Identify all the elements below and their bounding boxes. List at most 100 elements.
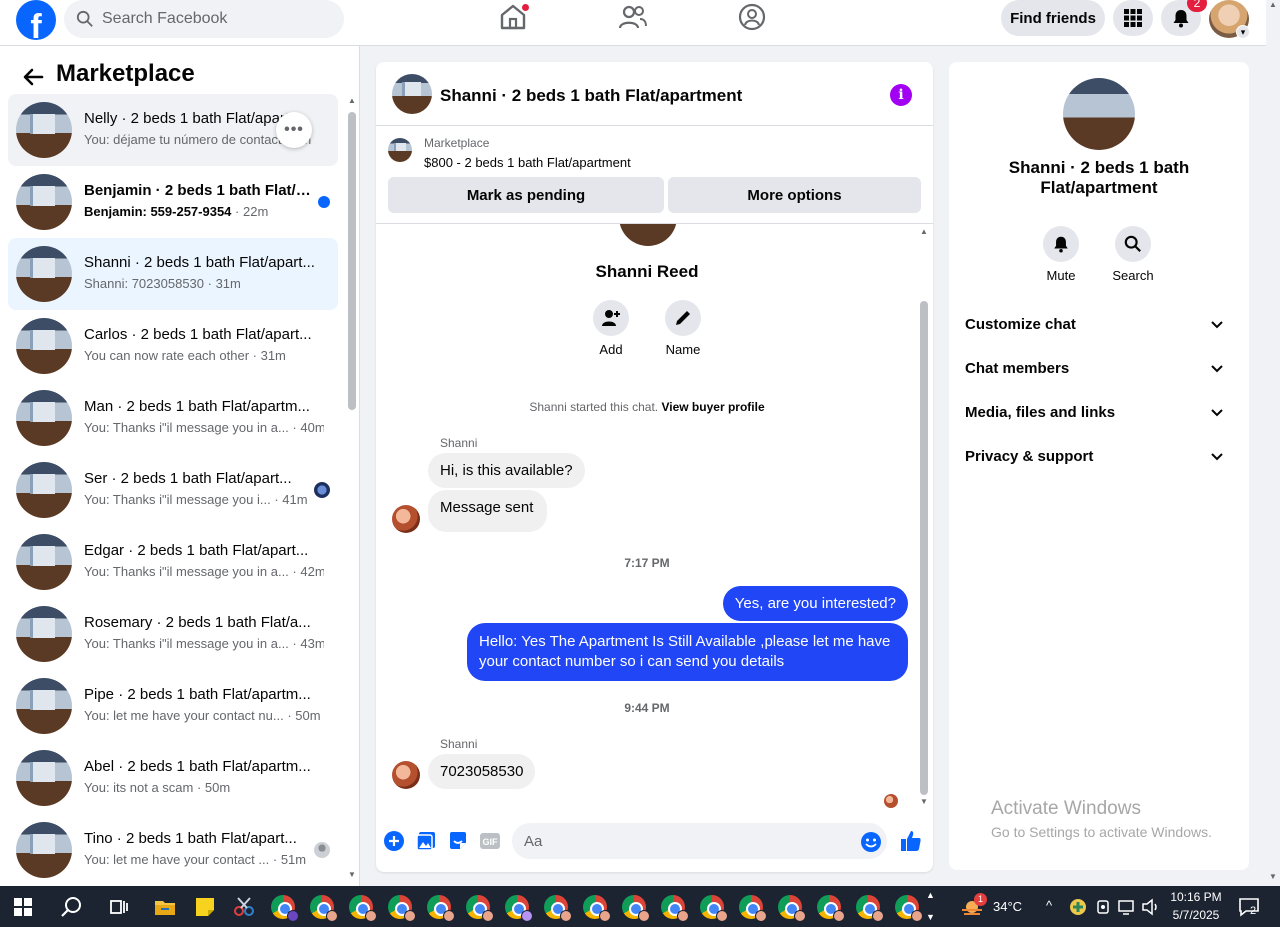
- emoji-icon[interactable]: [860, 831, 882, 853]
- sticker-icon[interactable]: [447, 830, 469, 852]
- incoming-message[interactable]: Hi, is this available?: [428, 453, 585, 488]
- message-input[interactable]: [512, 823, 887, 859]
- scroll-up-arrow-icon[interactable]: ▲: [348, 96, 356, 105]
- edit-name-button[interactable]: Name: [653, 300, 713, 357]
- notification-center-icon[interactable]: [1238, 897, 1260, 917]
- chevron-up-icon[interactable]: ^: [1046, 898, 1052, 913]
- scroll-up-arrow-icon[interactable]: ▲: [920, 227, 928, 236]
- taskbar-search-icon[interactable]: [60, 895, 84, 919]
- outgoing-message[interactable]: Yes, are you interested?: [722, 586, 908, 621]
- chat-title[interactable]: Shanni · 2 beds 1 bath Flat/apartment: [440, 86, 742, 106]
- windows-start-icon[interactable]: [14, 898, 32, 916]
- sender-avatar[interactable]: [392, 505, 420, 533]
- chrome-icon[interactable]: [856, 895, 884, 922]
- more-options-button[interactable]: •••: [276, 112, 312, 148]
- back-arrow-icon[interactable]: [22, 66, 44, 94]
- media-files-links-section[interactable]: Media, files and links: [957, 392, 1241, 432]
- chrome-icon[interactable]: [310, 895, 338, 922]
- network-icon[interactable]: [1117, 898, 1137, 916]
- groups-icon[interactable]: [737, 2, 767, 32]
- chevron-down-icon[interactable]: ▾: [1236, 25, 1250, 39]
- activate-windows-watermark: Activate Windows Go to Settings to activ…: [991, 798, 1212, 840]
- chrome-icon[interactable]: [583, 895, 611, 922]
- meet-now-icon[interactable]: [1095, 898, 1111, 916]
- chrome-icon[interactable]: [388, 895, 416, 922]
- clock-time[interactable]: 10:16 PM: [1166, 890, 1226, 904]
- grid-menu-icon: [1124, 9, 1142, 27]
- scrollbar-thumb[interactable]: [348, 112, 356, 410]
- mute-button[interactable]: Mute: [1031, 226, 1091, 283]
- conversation-item[interactable]: Benjamin · 2 beds 1 bath Flat/apartment …: [8, 166, 338, 238]
- chrome-icon[interactable]: [661, 895, 689, 922]
- add-friend-button[interactable]: Add: [581, 300, 641, 357]
- chrome-icon[interactable]: [778, 895, 806, 922]
- chrome-icon[interactable]: [895, 895, 923, 922]
- snipping-tool-icon[interactable]: [232, 895, 256, 919]
- volume-icon[interactable]: [1141, 898, 1161, 916]
- chrome-icon[interactable]: [544, 895, 572, 922]
- conversation-item[interactable]: Nelly · 2 beds 1 bath Flat/apartment You…: [8, 94, 338, 166]
- conversation-item[interactable]: Tino · 2 beds 1 bath Flat/apart... You: …: [8, 814, 338, 886]
- chat-scrollbar[interactable]: ▲ ▼: [918, 227, 930, 807]
- gif-icon[interactable]: GIF: [479, 830, 501, 852]
- chrome-icon[interactable]: [622, 895, 650, 922]
- taskbar-scroll-up-icon[interactable]: ▲: [926, 890, 935, 900]
- chrome-icon[interactable]: [700, 895, 728, 922]
- chrome-icon[interactable]: [817, 895, 845, 922]
- sidebar-scrollbar[interactable]: ▲ ▼: [346, 96, 358, 879]
- conversation-item[interactable]: Carlos · 2 beds 1 bath Flat/apart... You…: [8, 310, 338, 382]
- search-box[interactable]: Search Facebook: [64, 0, 344, 38]
- find-friends-button[interactable]: Find friends: [1001, 0, 1105, 36]
- chrome-icon[interactable]: [349, 895, 377, 922]
- chrome-icon[interactable]: [271, 895, 299, 922]
- chrome-icon[interactable]: [739, 895, 767, 922]
- menu-button[interactable]: [1113, 0, 1153, 36]
- conversation-item[interactable]: Edgar · 2 beds 1 bath Flat/apart... You:…: [8, 526, 338, 598]
- conversation-item[interactable]: Rosemary · 2 beds 1 bath Flat/a... You: …: [8, 598, 338, 670]
- page-scrollbar[interactable]: ▲ ▼: [1266, 0, 1280, 886]
- seen-avatar: [314, 482, 330, 498]
- task-view-icon[interactable]: [107, 895, 131, 919]
- plus-circle-icon[interactable]: [383, 830, 405, 852]
- photo-icon[interactable]: [415, 830, 437, 852]
- view-buyer-profile-link[interactable]: View buyer profile: [661, 400, 764, 414]
- thumbs-up-icon[interactable]: [899, 829, 923, 853]
- file-explorer-icon[interactable]: [153, 895, 177, 919]
- friends-icon[interactable]: [618, 2, 648, 32]
- sticky-notes-icon[interactable]: [193, 895, 217, 919]
- security-shield-icon[interactable]: [1068, 897, 1088, 917]
- scroll-down-arrow-icon[interactable]: ▼: [1269, 872, 1277, 881]
- scroll-down-arrow-icon[interactable]: ▼: [920, 797, 928, 806]
- conversation-item[interactable]: Shanni · 2 beds 1 bath Flat/apart... Sha…: [8, 238, 338, 310]
- sender-avatar[interactable]: [392, 761, 420, 789]
- chrome-icon[interactable]: [427, 895, 455, 922]
- clock-date[interactable]: 5/7/2025: [1166, 908, 1226, 922]
- scrollbar-thumb[interactable]: [920, 301, 928, 795]
- incoming-message[interactable]: Message sent: [428, 490, 548, 532]
- temperature[interactable]: 34°C: [993, 899, 1022, 914]
- scroll-up-arrow-icon[interactable]: ▲: [1269, 0, 1277, 9]
- chat-avatar[interactable]: [392, 74, 432, 114]
- conversation-item[interactable]: Abel · 2 beds 1 bath Flat/apartm... You:…: [8, 742, 338, 814]
- scroll-down-arrow-icon[interactable]: ▼: [348, 870, 356, 879]
- more-options-button[interactable]: More options: [668, 177, 921, 213]
- privacy-support-section[interactable]: Privacy & support: [957, 436, 1241, 476]
- listing-price[interactable]: $800 - 2 beds 1 bath Flat/apartment: [424, 155, 631, 170]
- conversation-item[interactable]: Ser · 2 beds 1 bath Flat/apart... You: T…: [8, 454, 338, 526]
- chat-members-section[interactable]: Chat members: [957, 348, 1241, 388]
- mark-as-pending-button[interactable]: Mark as pending: [388, 177, 664, 213]
- facebook-logo[interactable]: f: [16, 0, 56, 40]
- conversation-item[interactable]: Pipe · 2 beds 1 bath Flat/apartm... You:…: [8, 670, 338, 742]
- taskbar-scroll-down-icon[interactable]: ▼: [926, 912, 935, 922]
- outgoing-message[interactable]: Hello: Yes The Apartment Is Still Availa…: [467, 623, 908, 681]
- chrome-icon[interactable]: [505, 895, 533, 922]
- chrome-icon[interactable]: [466, 895, 494, 922]
- info-icon[interactable]: i: [890, 84, 912, 106]
- conversation-item[interactable]: Man · 2 beds 1 bath Flat/apartm... You: …: [8, 382, 338, 454]
- listing-thumbnail[interactable]: [388, 138, 412, 162]
- incoming-message[interactable]: 7023058530: [428, 754, 536, 789]
- search-in-chat-button[interactable]: Search: [1103, 226, 1163, 283]
- customize-chat-section[interactable]: Customize chat: [957, 304, 1241, 344]
- conversation-preview: You: let me have your contact ... · 51m: [84, 852, 307, 867]
- listing-thumbnail[interactable]: [1063, 78, 1135, 150]
